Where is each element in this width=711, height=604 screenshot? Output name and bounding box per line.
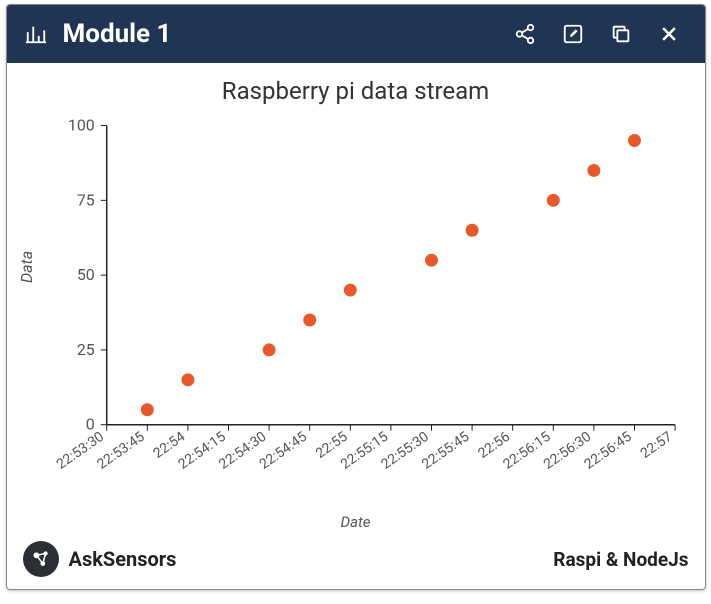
brand-label: AskSensors — [69, 547, 177, 571]
svg-text:75: 75 — [76, 190, 94, 209]
share-button[interactable] — [507, 16, 543, 52]
y-axis-label: Data — [17, 251, 36, 283]
copy-button[interactable] — [603, 16, 639, 52]
footer: AskSensors Raspi & NodeJs — [7, 533, 705, 589]
chart-area: Raspberry pi data stream Data 0255075100… — [7, 63, 705, 533]
scatter-chart: 025507510022:53:3022:53:4522:5422:54:152… — [7, 105, 705, 535]
edit-button[interactable] — [555, 16, 591, 52]
source-label: Raspi & NodeJs — [553, 548, 688, 571]
svg-text:22:57: 22:57 — [637, 429, 675, 462]
module-title: Module 1 — [63, 19, 172, 49]
svg-text:100: 100 — [67, 116, 94, 135]
titlebar: Module 1 — [7, 5, 705, 63]
module-card: Module 1 Raspberry pi dat — [6, 4, 706, 590]
svg-text:25: 25 — [76, 340, 94, 359]
bar-chart-icon — [25, 23, 47, 45]
x-axis-label: Date — [7, 513, 705, 531]
chart-title: Raspberry pi data stream — [7, 63, 705, 105]
close-button[interactable] — [651, 16, 687, 52]
asksensors-logo-icon — [23, 541, 59, 577]
svg-text:50: 50 — [76, 265, 94, 284]
